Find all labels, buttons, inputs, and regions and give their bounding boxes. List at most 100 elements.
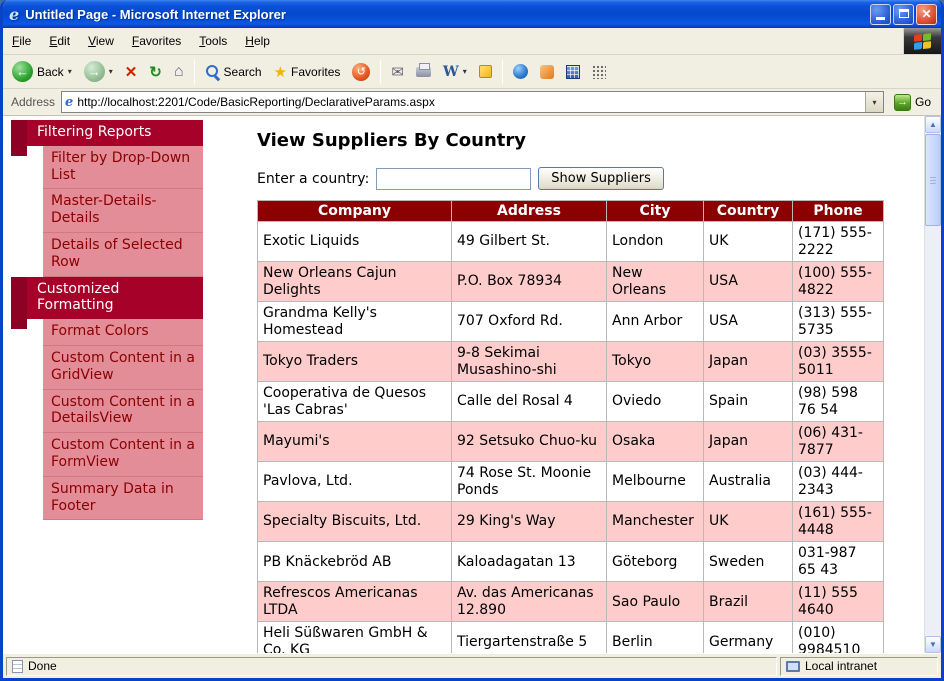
supplier-cell: (010) 9984510: [793, 622, 884, 653]
address-url[interactable]: http://localhost:2201/Code/BasicReportin…: [77, 95, 865, 109]
supplier-cell: 031-987 65 43: [793, 542, 884, 582]
go-button[interactable]: → Go: [890, 94, 935, 111]
favorites-button[interactable]: ★ Favorites: [269, 60, 346, 84]
page-favicon-icon: e: [62, 95, 77, 110]
supplier-cell: Tiergartenstraße 5: [452, 622, 607, 653]
menu-help[interactable]: Help: [236, 28, 279, 54]
messenger-extension-button[interactable]: [561, 62, 585, 82]
supplier-cell: (100) 555-4822: [793, 262, 884, 302]
vertical-scrollbar[interactable]: ▲ ▼: [924, 116, 941, 653]
sidebar-section-header[interactable]: Customized Formatting: [27, 277, 203, 320]
supplier-row: Pavlova, Ltd.74 Rose St. Moonie PondsMel…: [258, 462, 884, 502]
sidebar-item[interactable]: Filter by Drop-Down List: [43, 146, 203, 190]
supplier-row: Grandma Kelly's Homestead707 Oxford Rd.A…: [258, 302, 884, 342]
supplier-cell: UK: [704, 222, 793, 262]
maximize-button[interactable]: [893, 4, 914, 25]
favorites-star-icon: ★: [274, 63, 287, 81]
back-dropdown-icon[interactable]: ▾: [68, 67, 72, 76]
windows-flag-icon: [914, 33, 931, 49]
document-icon: [12, 660, 23, 673]
supplier-cell: Specialty Biscuits, Ltd.: [258, 502, 452, 542]
menu-tools[interactable]: Tools: [190, 28, 236, 54]
edit-dropdown-icon[interactable]: ▾: [463, 67, 467, 76]
country-input[interactable]: [376, 168, 531, 190]
scroll-up-button[interactable]: ▲: [925, 116, 941, 133]
show-suppliers-button[interactable]: Show Suppliers: [538, 167, 664, 190]
home-button[interactable]: ⌂: [169, 60, 189, 84]
close-button[interactable]: ✕: [916, 4, 937, 25]
supplier-cell: (98) 598 76 54: [793, 382, 884, 422]
supplier-cell: Pavlova, Ltd.: [258, 462, 452, 502]
menu-favorites[interactable]: Favorites: [123, 28, 190, 54]
sidebar-item[interactable]: Custom Content in a DetailsView: [43, 390, 203, 434]
supplier-cell: London: [607, 222, 704, 262]
research-extension-button[interactable]: [535, 62, 559, 82]
column-header-company: Company: [258, 201, 452, 222]
grid-icon: [592, 65, 606, 79]
scrollbar-thumb[interactable]: [925, 134, 941, 226]
sidebar-item[interactable]: Custom Content in a GridView: [43, 346, 203, 390]
forward-button[interactable]: → ▾: [79, 58, 118, 85]
toolbar-separator: [380, 60, 381, 84]
supplier-cell: Calle del Rosal 4: [452, 382, 607, 422]
forward-dropdown-icon[interactable]: ▾: [109, 67, 113, 76]
address-input[interactable]: e http://localhost:2201/Code/BasicReport…: [61, 91, 884, 113]
refresh-button[interactable]: ↻: [144, 60, 167, 84]
sidebar-item[interactable]: Details of Selected Row: [43, 233, 203, 277]
history-button[interactable]: ↺: [347, 60, 375, 84]
discuss-button[interactable]: [474, 62, 497, 81]
scroll-down-button[interactable]: ▼: [925, 636, 941, 653]
back-button[interactable]: ← Back ▾: [7, 58, 77, 85]
address-dropdown-button[interactable]: ▾: [865, 92, 883, 112]
sidebar-section-header[interactable]: Filtering Reports: [27, 120, 203, 146]
browser-window: e Untitled Page - Microsoft Internet Exp…: [0, 0, 944, 681]
supplier-cell: Av. das Americanas 12.890: [452, 582, 607, 622]
supplier-cell: 29 King's Way: [452, 502, 607, 542]
supplier-cell: Berlin: [607, 622, 704, 653]
edit-button[interactable]: W ▾: [438, 61, 472, 83]
supplier-row: Exotic Liquids49 Gilbert St.LondonUK(171…: [258, 222, 884, 262]
supplier-cell: (03) 444-2343: [793, 462, 884, 502]
supplier-cell: (03) 3555-5011: [793, 342, 884, 382]
supplier-cell: Sao Paulo: [607, 582, 704, 622]
search-button[interactable]: Search: [200, 61, 267, 82]
refresh-icon: ↻: [149, 63, 162, 81]
supplier-cell: Japan: [704, 342, 793, 382]
supplier-cell: USA: [704, 262, 793, 302]
sidebar-item[interactable]: Summary Data in Footer: [43, 477, 203, 521]
mail-button[interactable]: ✉: [386, 60, 409, 84]
menu-view[interactable]: View: [79, 28, 123, 54]
supplier-cell: Tokyo Traders: [258, 342, 452, 382]
grid-extension-button[interactable]: [587, 62, 611, 82]
minimize-icon: [876, 17, 885, 20]
sidebar-item[interactable]: Custom Content in a FormView: [43, 433, 203, 477]
supplier-cell: (06) 431-7877: [793, 422, 884, 462]
supplier-cell: (171) 555-2222: [793, 222, 884, 262]
research-icon: [540, 65, 554, 79]
menu-edit[interactable]: Edit: [40, 28, 79, 54]
supplier-cell: Australia: [704, 462, 793, 502]
supplier-cell: Exotic Liquids: [258, 222, 452, 262]
stop-button[interactable]: ✕: [120, 60, 143, 84]
minimize-button[interactable]: [870, 4, 891, 25]
print-button[interactable]: [411, 64, 436, 80]
title-bar[interactable]: e Untitled Page - Microsoft Internet Exp…: [3, 0, 941, 28]
scrollbar-track[interactable]: [925, 227, 941, 636]
supplier-cell: Grandma Kelly's Homestead: [258, 302, 452, 342]
printer-icon: [416, 67, 431, 77]
menu-file[interactable]: File: [3, 28, 40, 54]
globe-icon: [513, 64, 528, 79]
word-edit-icon: W: [443, 64, 459, 80]
supplier-cell: Mayumi's: [258, 422, 452, 462]
country-label: Enter a country:: [257, 171, 369, 187]
supplier-row: PB Knäckebröd ABKaloadagatan 13GöteborgS…: [258, 542, 884, 582]
status-zone-panel: Local intranet: [780, 657, 938, 676]
supplier-cell: Japan: [704, 422, 793, 462]
sidebar-item[interactable]: Format Colors: [43, 319, 203, 346]
sidebar-item[interactable]: Master-Details-Details: [43, 189, 203, 233]
supplier-cell: New Orleans Cajun Delights: [258, 262, 452, 302]
messenger-icon: [566, 65, 580, 79]
supplier-cell: 9-8 Sekimai Musashino-shi: [452, 342, 607, 382]
globe-extension-button[interactable]: [508, 61, 533, 82]
column-header-country: Country: [704, 201, 793, 222]
